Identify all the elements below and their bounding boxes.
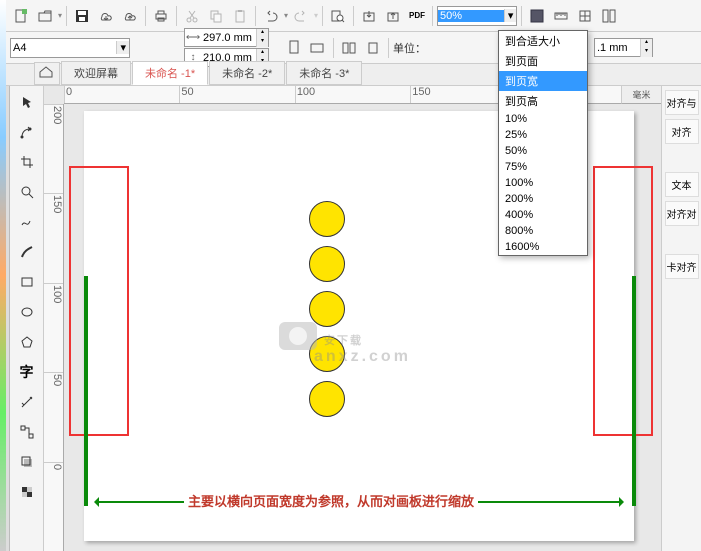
zoom-opt-75[interactable]: 75% (499, 159, 587, 175)
connector-tool[interactable] (15, 420, 39, 444)
open-dropdown-arrow[interactable]: ▾ (58, 11, 62, 20)
docker-text[interactable]: 文本 (665, 172, 699, 197)
page-width-input[interactable] (201, 32, 256, 44)
save-button[interactable] (71, 5, 93, 27)
zoom-tool[interactable] (15, 180, 39, 204)
yellow-circle-5[interactable] (309, 381, 345, 417)
pick-tool[interactable] (15, 90, 39, 114)
zoom-dropdown-arrow[interactable]: ▾ (504, 9, 516, 22)
right-docker: 对齐与 对齐 文本 对齐对 卡对齐 (661, 86, 701, 551)
zoom-opt-10[interactable]: 10% (499, 111, 587, 127)
docker-align-dist[interactable]: 对齐对 (665, 201, 699, 226)
page-edge-left (84, 276, 88, 506)
print-button[interactable] (150, 5, 172, 27)
zoom-opt-fit[interactable]: 到合适大小 (499, 31, 587, 51)
highlight-box-left (69, 166, 129, 436)
yellow-circle-1[interactable] (309, 201, 345, 237)
current-page-button[interactable] (362, 37, 384, 59)
toolbar-row-1: ▾ ▾ ▾ PDF ▾ (0, 0, 701, 32)
zoom-opt-25[interactable]: 25% (499, 127, 587, 143)
redo-dropdown-arrow: ▾ (314, 11, 318, 20)
nudge-input[interactable] (595, 42, 640, 54)
zoom-opt-100[interactable]: 100% (499, 175, 587, 191)
unit-label: 单位： (393, 40, 426, 56)
tab-doc2[interactable]: 未命名 -2* (209, 61, 285, 85)
main-area: 字 0 50 100 150 200 毫米 200 150 100 50 0 (0, 86, 701, 551)
zoom-opt-50[interactable]: 50% (499, 143, 587, 159)
fullscreen-button[interactable] (526, 5, 548, 27)
all-pages-button[interactable] (338, 37, 360, 59)
annotation-text: 主要以横向页面宽度为参照，从而对画板进行缩放 (184, 491, 478, 510)
publish-pdf-button[interactable]: PDF (406, 5, 428, 27)
tab-doc1[interactable]: 未命名 -1* (132, 61, 208, 85)
text-tool[interactable]: 字 (15, 360, 39, 384)
cut-button[interactable] (181, 5, 203, 27)
page-width-field[interactable]: ⟷ ▴▾ (184, 28, 269, 47)
artistic-media-tool[interactable] (15, 240, 39, 264)
tab-home[interactable] (34, 62, 60, 85)
redo-button[interactable] (290, 5, 312, 27)
drop-shadow-tool[interactable] (15, 450, 39, 474)
shape-tool[interactable] (15, 120, 39, 144)
docker-align3[interactable]: 卡对齐 (665, 254, 699, 279)
grid-button[interactable] (574, 5, 596, 27)
zoom-opt-page[interactable]: 到页面 (499, 51, 587, 71)
ellipse-tool[interactable] (15, 300, 39, 324)
cloud-upload-button[interactable] (119, 5, 141, 27)
paste-button[interactable] (229, 5, 251, 27)
docker-sep1 (665, 148, 699, 168)
width-icon: ⟷ (185, 32, 201, 43)
page-preset-combo[interactable]: ▾ (10, 38, 130, 58)
docker-align2[interactable]: 对齐 (665, 119, 699, 144)
zoom-opt-height[interactable]: 到页高 (499, 91, 587, 111)
tab-welcome[interactable]: 欢迎屏幕 (61, 61, 131, 85)
zoom-dropdown-list[interactable]: 到合适大小 到页面 到页宽 到页高 10% 25% 50% 75% 100% 2… (498, 30, 588, 256)
zoom-opt-800[interactable]: 800% (499, 223, 587, 239)
import-button[interactable] (358, 5, 380, 27)
document-tabs: 欢迎屏幕 未命名 -1* 未命名 -2* 未命名 -3* (0, 64, 701, 86)
undo-button[interactable] (260, 5, 282, 27)
parallel-dim-tool[interactable] (15, 390, 39, 414)
cloud-download-button[interactable] (95, 5, 117, 27)
left-toolbox: 字 (10, 86, 44, 551)
zoom-opt-1600[interactable]: 1600% (499, 239, 587, 255)
watermark: 安下载 anxz.com (274, 311, 411, 366)
tab-doc3[interactable]: 未命名 -3* (286, 61, 362, 85)
page-preset-input[interactable] (11, 42, 116, 54)
zoom-input[interactable] (438, 10, 504, 22)
new-file-button[interactable] (10, 5, 32, 27)
page-preset-arrow[interactable]: ▾ (116, 41, 129, 54)
portrait-button[interactable] (283, 37, 305, 59)
transparency-tool[interactable] (15, 480, 39, 504)
zoom-opt-width[interactable]: 到页宽 (499, 71, 587, 91)
ruler-vertical[interactable]: 200 150 100 50 0 (44, 104, 64, 551)
snap-button[interactable] (598, 5, 620, 27)
landscape-button[interactable] (307, 37, 329, 59)
docker-sep2 (665, 230, 699, 250)
yellow-circle-2[interactable] (309, 246, 345, 282)
rulers-button[interactable] (550, 5, 572, 27)
docker-align[interactable]: 对齐与 (665, 90, 699, 115)
toolbar-row-2: ▾ ⟷ ▴▾ ↕ ▴▾ 单位： ▴▾ (0, 32, 701, 64)
highlight-box-right (593, 166, 653, 436)
nudge-field[interactable]: ▴▾ (594, 38, 653, 57)
crop-tool[interactable] (15, 150, 39, 174)
export-button[interactable] (382, 5, 404, 27)
copy-button[interactable] (205, 5, 227, 27)
ruler-unit-label: 毫米 (621, 86, 661, 104)
undo-dropdown-arrow[interactable]: ▾ (284, 11, 288, 20)
search-content-button[interactable] (327, 5, 349, 27)
open-button[interactable] (34, 5, 56, 27)
rectangle-tool[interactable] (15, 270, 39, 294)
polygon-tool[interactable] (15, 330, 39, 354)
zoom-combo[interactable]: ▾ (437, 6, 517, 26)
page-edge-right (632, 276, 636, 506)
zoom-opt-200[interactable]: 200% (499, 191, 587, 207)
freehand-tool[interactable] (15, 210, 39, 234)
zoom-opt-400[interactable]: 400% (499, 207, 587, 223)
left-color-strip (0, 0, 6, 551)
